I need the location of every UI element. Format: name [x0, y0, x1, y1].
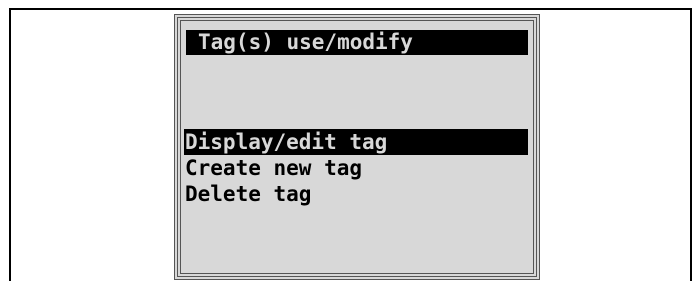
- menu-item-display-edit-tag[interactable]: Display/edit tag: [184, 129, 528, 155]
- screen-title: Tag(s) use/modify: [186, 30, 528, 55]
- menu-item-delete-tag[interactable]: Delete tag: [184, 181, 528, 207]
- tag-menu: Display/edit tag Create new tag Delete t…: [184, 129, 530, 207]
- menu-item-create-new-tag[interactable]: Create new tag: [184, 155, 528, 181]
- lcd-screen: Tag(s) use/modify Display/edit tag Creat…: [184, 24, 530, 270]
- handheld-display: Tag(s) use/modify Display/edit tag Creat…: [174, 14, 540, 280]
